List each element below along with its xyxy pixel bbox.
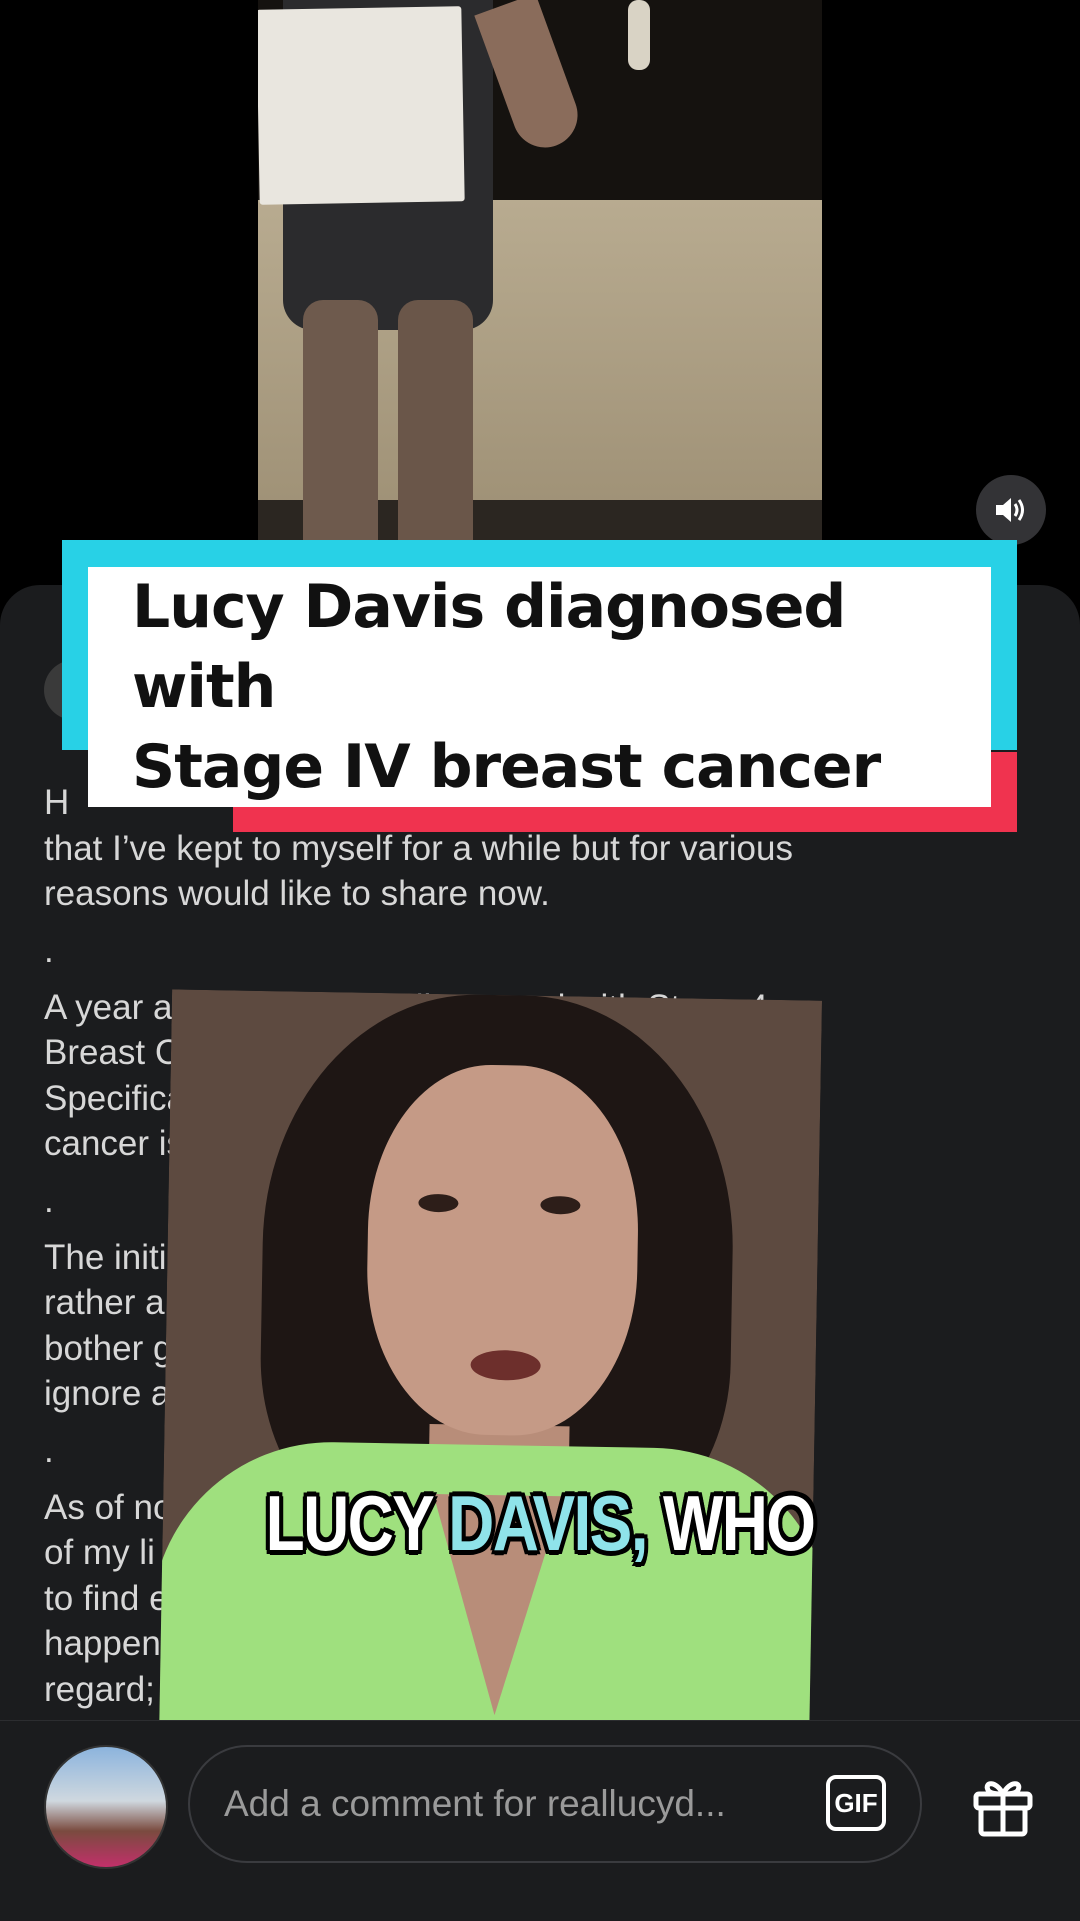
video-held-object — [628, 0, 650, 70]
headline-card: Lucy Davis diagnosed with Stage IV breas… — [88, 567, 991, 807]
post-line: reasons would like to share now. — [44, 874, 550, 913]
caption-word: LUCY — [265, 1479, 434, 1567]
post-line: that I’ve kept to myself for a while but… — [44, 828, 793, 868]
comment-input[interactable] — [188, 1745, 922, 1863]
headline-line-1: Lucy Davis diagnosed with — [132, 572, 846, 722]
headline-title: Lucy Davis diagnosed with Stage IV breas… — [132, 567, 991, 807]
gift-icon-glyph — [973, 1781, 1033, 1837]
gif-button[interactable]: GIF — [826, 1775, 886, 1831]
presenter-eye — [418, 1193, 459, 1213]
speaker-volume-icon-glyph — [996, 498, 1024, 522]
speaker-volume-icon[interactable] — [976, 475, 1046, 545]
video-person-leg — [398, 300, 473, 540]
gift-icon[interactable] — [968, 1770, 1038, 1840]
headline-line-2: Stage IV breast cancer — [132, 732, 881, 802]
current-user-avatar[interactable] — [44, 1745, 168, 1869]
video-person-leg — [303, 300, 378, 540]
subtitle-caption: LUCY DAVIS, WHO — [97, 1478, 983, 1569]
background-video[interactable] — [258, 0, 822, 540]
caption-word-highlight: DAVIS, — [448, 1479, 648, 1567]
gif-label: GIF — [834, 1787, 878, 1818]
presenter-eye — [540, 1195, 581, 1215]
presenter-face — [364, 1062, 641, 1438]
presenter-video — [157, 989, 823, 1811]
post-line: . — [44, 930, 54, 970]
caption-word: WHO — [662, 1479, 816, 1567]
video-held-paper — [258, 6, 465, 205]
